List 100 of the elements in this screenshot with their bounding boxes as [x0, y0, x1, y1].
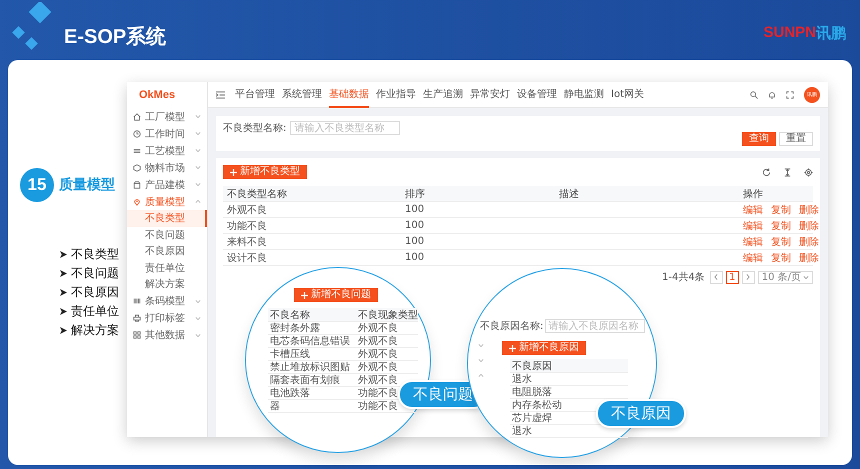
table-cell-text: 来料不良: [226, 236, 268, 248]
refresh-icon[interactable]: [762, 168, 771, 176]
nav-tab[interactable]: 设备管理: [517, 82, 557, 108]
nav-tab[interactable]: 系统管理: [282, 82, 322, 108]
bullet-text: 不良原因: [71, 284, 119, 300]
box-icon: [133, 180, 141, 188]
nav-tab[interactable]: 作业指导: [376, 82, 416, 108]
action-link[interactable]: 删除: [799, 202, 819, 216]
table-cell-text: 功能不良: [226, 220, 268, 232]
table-cell-text: 功能不良: [357, 386, 398, 400]
search-field[interactable]: 请输入不良原因名称: [545, 319, 646, 333]
sidebar-item[interactable]: 产品建模: [127, 176, 207, 193]
reset-button[interactable]: 重置: [779, 132, 813, 146]
column-header: 不良名称: [269, 308, 311, 322]
nav-tab[interactable]: 生产追溯: [423, 82, 463, 108]
sidebar-item[interactable]: 工厂模型: [127, 108, 207, 125]
submenu-item[interactable]: 不良类型: [127, 210, 207, 226]
arrow-bullet-icon: [60, 250, 67, 258]
home-icon: [133, 112, 141, 120]
caret-down-icon: [803, 274, 809, 280]
column-header: 不良现象类型: [357, 308, 418, 322]
nav-tab[interactable]: 平台管理: [235, 82, 275, 108]
clock-icon: [133, 130, 141, 138]
sidebar-item[interactable]: 物料市场: [127, 159, 207, 176]
table-cell-text: 外观不良: [357, 348, 398, 361]
bell-icon[interactable]: [768, 90, 776, 98]
column-height-icon[interactable]: [783, 168, 792, 176]
previous-page-button[interactable]: [710, 270, 723, 284]
layers-icon: [133, 146, 141, 154]
sidebar-item[interactable]: 工艺模型: [127, 142, 207, 159]
query-button[interactable]: 查询: [742, 132, 776, 146]
add-button[interactable]: 新增不良类型: [223, 165, 307, 179]
chevron-right-icon: [746, 274, 750, 280]
action-link[interactable]: 复制: [771, 218, 791, 232]
table-cell-text: 功能不良: [357, 400, 398, 413]
nav-tab[interactable]: 异常安灯: [470, 82, 510, 108]
brand-logo: SUNPN讯鹏: [763, 24, 846, 42]
search-icon[interactable]: [750, 90, 758, 98]
table-cell-text: 电池跌落: [269, 386, 311, 400]
page-size-select[interactable]: 10 条/页: [758, 270, 813, 284]
add-button[interactable]: 新增不良原因: [502, 341, 586, 355]
sidebar-item[interactable]: 打印标签: [127, 310, 207, 326]
next-page-button[interactable]: [742, 270, 755, 284]
search-field[interactable]: 请输入不良类型名称: [290, 121, 400, 135]
sidebar-item[interactable]: 条码模型: [127, 292, 207, 310]
table-cell-text: 100: [404, 204, 426, 215]
nav-tab[interactable]: 基础数据: [329, 82, 369, 108]
table-cell-text: 外观不良: [357, 322, 398, 335]
arrow-bullet-icon: [60, 308, 67, 314]
action-link[interactable]: 编辑: [743, 202, 763, 216]
table-cell-text: 隔套表面有划痕: [269, 374, 341, 387]
sidebar-item[interactable]: 工作时间: [127, 125, 207, 142]
plus-icon: [509, 344, 516, 352]
page-button[interactable]: 1: [726, 270, 739, 284]
submenu-item[interactable]: 不良原因: [127, 243, 207, 260]
action-link[interactable]: 删除: [799, 234, 819, 248]
table-cell-text: 电芯条码信息错误: [269, 334, 351, 348]
action-link[interactable]: 编辑: [743, 250, 763, 264]
field-label: 不良原因名称:: [480, 320, 544, 333]
nav-tab[interactable]: Iot网关: [611, 82, 644, 108]
submenu-item[interactable]: 解决方案: [127, 276, 207, 292]
table-cell-text: 100: [404, 236, 426, 247]
bullet-text: 不良问题: [71, 265, 119, 281]
slide-title: E-SOP系统: [64, 24, 166, 50]
nav-tab[interactable]: 静电监测: [564, 82, 604, 108]
column-header: 不良原因: [511, 360, 552, 372]
cube-icon: [133, 164, 141, 172]
action-link[interactable]: 复制: [771, 250, 791, 264]
grid-icon: [133, 331, 141, 339]
plus-icon: [230, 168, 237, 176]
pagination-summary: 1-4共4条: [662, 270, 705, 284]
fullscreen-icon[interactable]: [786, 90, 794, 98]
submenu-item[interactable]: 不良问题: [127, 226, 207, 243]
action-link[interactable]: 编辑: [743, 218, 763, 232]
settings-icon[interactable]: [804, 168, 813, 176]
plus-icon: [301, 292, 308, 298]
table-cell-text: 内存条松动: [511, 398, 562, 412]
add-button[interactable]: 新增不良问题: [294, 288, 378, 302]
action-link[interactable]: 编辑: [743, 234, 763, 248]
menu-fold-icon[interactable]: [216, 90, 225, 98]
table-cell-text: 设计不良: [226, 252, 268, 264]
callout-label: 不良原因: [596, 399, 686, 428]
arrow-bullet-icon: [60, 270, 67, 276]
action-link[interactable]: 删除: [799, 250, 819, 264]
submenu-item[interactable]: 责任单位: [127, 260, 207, 276]
table-cell-text: 退水: [511, 424, 532, 438]
sidebar-item[interactable]: 质量模型: [127, 193, 207, 210]
action-link[interactable]: 删除: [799, 218, 819, 232]
chevron-left-icon: [714, 274, 718, 280]
action-link[interactable]: 复制: [771, 202, 791, 216]
section-number: 15: [20, 168, 54, 202]
column-header: 操作: [742, 188, 764, 200]
table-cell-text: 外观不良: [357, 360, 398, 374]
bars-icon: [133, 297, 141, 305]
table-cell-text: 外观不良: [226, 204, 268, 216]
sidebar-item[interactable]: 其他数据: [127, 326, 207, 344]
action-link[interactable]: 复制: [771, 234, 791, 248]
arrow-bullet-icon: [60, 326, 67, 334]
bullet-text: 责任单位: [71, 303, 119, 319]
table-cell-text: 芯片虚焊: [511, 412, 552, 425]
